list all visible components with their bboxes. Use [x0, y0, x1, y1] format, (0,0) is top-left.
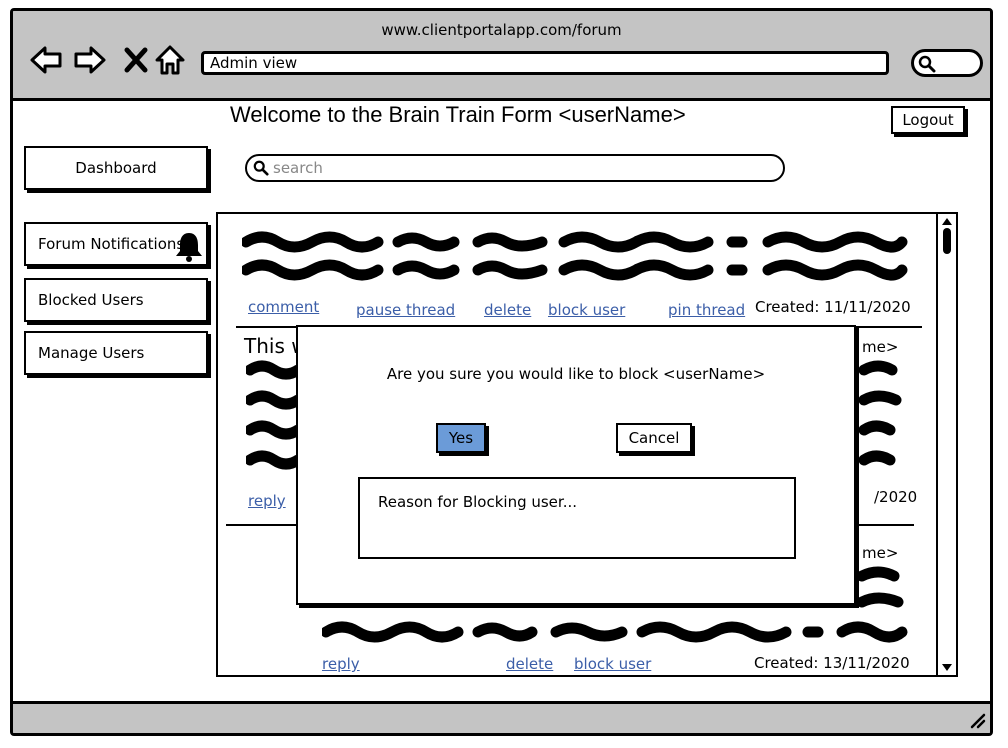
- search-placeholder: search: [273, 159, 323, 177]
- address-bar[interactable]: Admin view: [201, 51, 889, 75]
- reply-link[interactable]: reply: [248, 492, 286, 510]
- sidebar-item-blocked-users[interactable]: Blocked Users: [24, 278, 208, 322]
- page-url: www.clientportalapp.com/forum: [381, 21, 622, 39]
- post-author: me>: [862, 544, 899, 562]
- close-icon[interactable]: [119, 43, 153, 77]
- browser-search-button[interactable]: [911, 49, 983, 77]
- resize-grip-icon[interactable]: [968, 711, 986, 729]
- sidebar-item-label: Blocked Users: [38, 291, 144, 309]
- post-text-scribble: [242, 231, 908, 281]
- scroll-up-icon[interactable]: [941, 216, 953, 226]
- scrollbar-thumb[interactable]: [943, 228, 951, 254]
- browser-toolbar: www.clientportalapp.com/forum Admin view: [13, 11, 990, 101]
- created-date: Created: 13/11/2020: [754, 654, 910, 672]
- yes-button[interactable]: Yes: [436, 423, 486, 453]
- bell-icon: [176, 233, 202, 262]
- block-user-link[interactable]: block user: [548, 301, 625, 319]
- delete-link[interactable]: delete: [506, 655, 553, 673]
- dashboard-button[interactable]: Dashboard: [24, 146, 208, 190]
- scrollbar[interactable]: [936, 212, 958, 677]
- block-user-link[interactable]: block user: [574, 655, 651, 673]
- search-input[interactable]: search: [245, 154, 785, 182]
- created-date: /2020: [874, 488, 918, 506]
- arrow-right-icon[interactable]: [73, 43, 107, 77]
- arrow-left-icon[interactable]: [29, 43, 63, 77]
- browser-statusbar: [13, 701, 990, 733]
- search-icon: [918, 55, 936, 73]
- sidebar-item-label: Manage Users: [38, 344, 145, 362]
- sidebar-item-forum-notifications[interactable]: Forum Notifications: [24, 222, 208, 266]
- scroll-down-icon[interactable]: [941, 663, 953, 673]
- pin-thread-link[interactable]: pin thread: [668, 301, 745, 319]
- post-author: me>: [862, 338, 899, 356]
- block-reason-field[interactable]: Reason for Blocking user...: [358, 477, 796, 559]
- created-date: Created: 11/11/2020: [755, 298, 911, 316]
- sidebar-item-label: Forum Notifications: [38, 235, 185, 253]
- comment-link[interactable]: comment: [248, 298, 319, 316]
- block-user-dialog: Are you sure you would like to block <us…: [296, 325, 856, 605]
- dialog-question: Are you sure you would like to block <us…: [386, 365, 766, 383]
- sidebar-item-manage-users[interactable]: Manage Users: [24, 331, 208, 375]
- home-icon[interactable]: [153, 43, 187, 77]
- pause-thread-link[interactable]: pause thread: [356, 301, 455, 319]
- logout-button[interactable]: Logout: [891, 106, 965, 134]
- page-title: Welcome to the Brain Train Form <userNam…: [230, 102, 686, 127]
- cancel-button[interactable]: Cancel: [616, 423, 692, 453]
- delete-link[interactable]: delete: [484, 301, 531, 319]
- search-icon: [253, 160, 269, 176]
- reply-link[interactable]: reply: [322, 655, 360, 673]
